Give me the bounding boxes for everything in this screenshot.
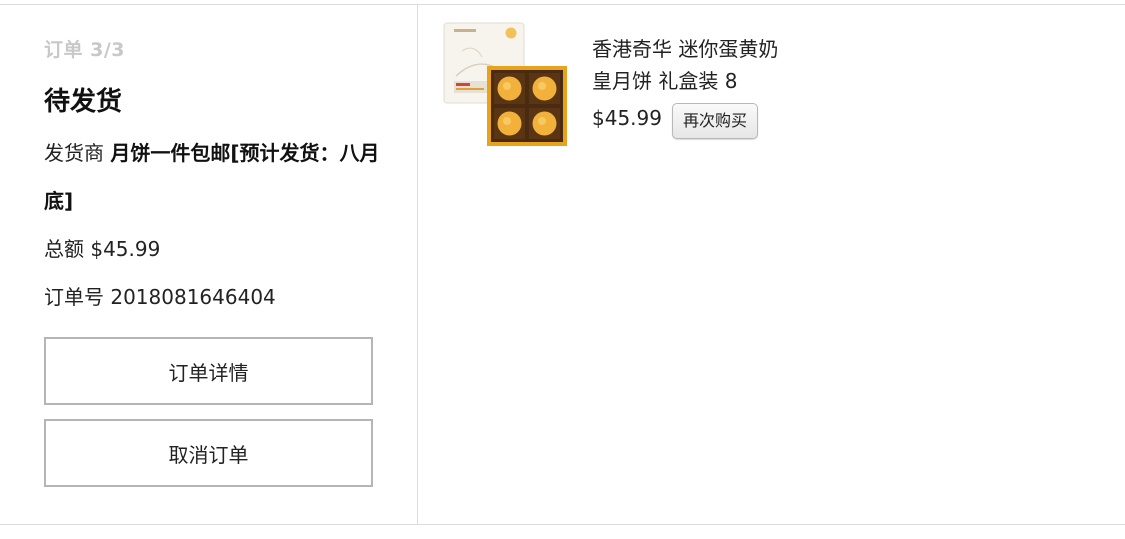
product-price-row: $45.99 再次购买 (592, 97, 792, 139)
order-number-value: 2018081646404 (110, 285, 276, 309)
order-total-value: $45.99 (90, 237, 161, 261)
order-number-label: 订单号 (44, 285, 104, 309)
order-status: 待发货 (44, 87, 123, 117)
order-counter: 订单 3/3 (44, 39, 125, 61)
seller-info: 发货商 月饼一件包邮[预计发货：八月底] (44, 129, 404, 225)
order-summary-panel: 订单 3/3 待发货 发货商 月饼一件包邮[预计发货：八月底] 总额 $45.9… (0, 5, 418, 524)
order-items-panel: 香港奇华 迷你蛋黄奶皇月饼 礼盒装 8 $45.99 再次购买 (418, 5, 1125, 524)
product-info: 香港奇华 迷你蛋黄奶皇月饼 礼盒装 8 $45.99 再次购买 (592, 33, 792, 139)
order-card: 订单 3/3 待发货 发货商 月饼一件包邮[预计发货：八月底] 总额 $45.9… (0, 4, 1125, 525)
buy-again-button[interactable]: 再次购买 (671, 103, 758, 139)
product-title[interactable]: 香港奇华 迷你蛋黄奶皇月饼 礼盒装 8 (592, 33, 792, 97)
cancel-order-button[interactable]: 取消订单 (44, 419, 373, 487)
order-number-row: 订单号 2018081646404 (44, 273, 417, 321)
product-image[interactable] (442, 21, 570, 147)
product-price: $45.99 (592, 106, 662, 130)
order-total-row: 总额 $45.99 (44, 225, 417, 273)
mooncake-giftbox-icon (443, 22, 567, 146)
order-detail-button[interactable]: 订单详情 (44, 337, 373, 405)
seller-label: 发货商 (44, 141, 104, 165)
order-total-label: 总额 (44, 237, 84, 261)
